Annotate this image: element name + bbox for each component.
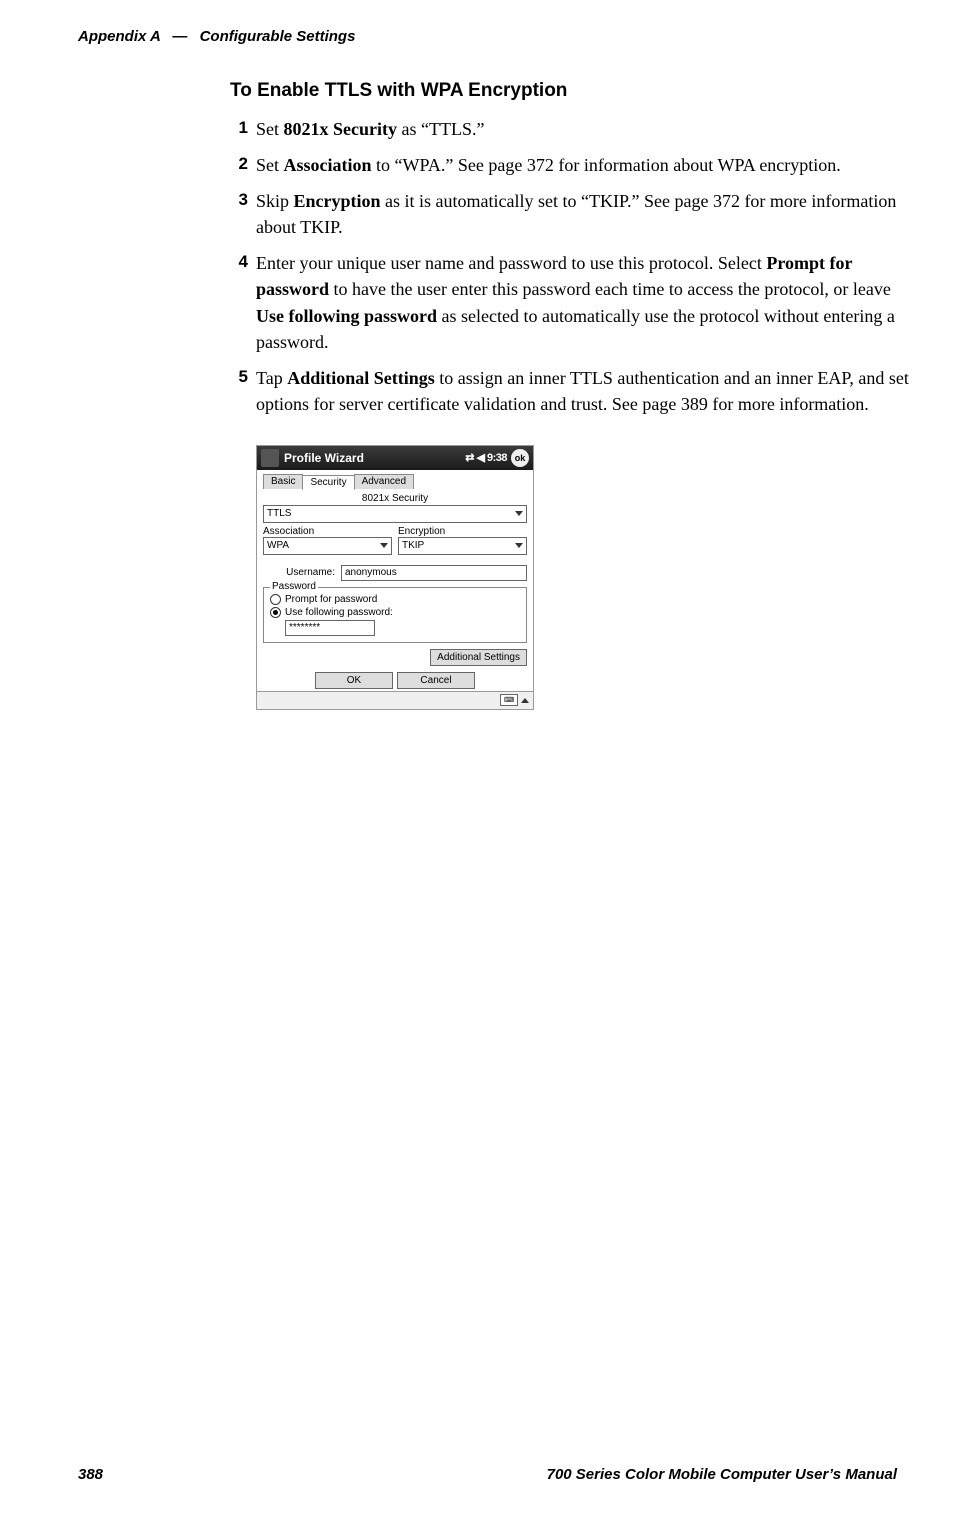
sip-bar: ⌨ bbox=[257, 691, 533, 709]
radio-prompt-label: Prompt for password bbox=[285, 594, 377, 605]
legend-password: Password bbox=[270, 581, 318, 592]
step: 5Tap Additional Settings to assign an in… bbox=[230, 365, 910, 417]
step: 1Set 8021x Security as “TTLS.” bbox=[230, 116, 910, 142]
input-username-value: anonymous bbox=[345, 567, 397, 578]
window-title: Profile Wizard bbox=[284, 451, 465, 465]
page-number: 388 bbox=[78, 1466, 103, 1483]
step: 2Set Association to “WPA.” See page 372 … bbox=[230, 152, 910, 178]
step-body: Set Association to “WPA.” See page 372 f… bbox=[256, 152, 841, 178]
section-title: To Enable TTLS with WPA Encryption bbox=[230, 80, 910, 102]
combo-8021x-value: TTLS bbox=[267, 508, 291, 519]
header-appendix: Appendix A bbox=[78, 28, 160, 45]
label-8021x-security: 8021x Security bbox=[263, 493, 527, 504]
step-number: 3 bbox=[230, 188, 256, 240]
radio-use-following-label: Use following password: bbox=[285, 607, 393, 618]
input-password[interactable]: ******** bbox=[285, 620, 375, 636]
combo-association-value: WPA bbox=[267, 540, 289, 551]
step-number: 4 bbox=[230, 250, 256, 354]
additional-settings-button[interactable]: Additional Settings bbox=[430, 649, 527, 666]
label-encryption: Encryption bbox=[398, 526, 527, 537]
cancel-button[interactable]: Cancel bbox=[397, 672, 475, 689]
embedded-screenshot: Profile Wizard ⇄ ◀ 9:38 ok Basic Securit… bbox=[256, 445, 534, 710]
input-username[interactable]: anonymous bbox=[341, 565, 527, 581]
ok-circle-button[interactable]: ok bbox=[511, 449, 529, 467]
running-header: Appendix A — Configurable Settings bbox=[78, 28, 355, 45]
step: 3Skip Encryption as it is automatically … bbox=[230, 188, 910, 240]
input-password-value: ******** bbox=[289, 622, 320, 633]
windows-logo-icon bbox=[261, 449, 279, 467]
step-number: 1 bbox=[230, 116, 256, 142]
step-body: Skip Encryption as it is automatically s… bbox=[256, 188, 910, 240]
status-time: ⇄ ◀ 9:38 bbox=[465, 451, 507, 464]
combo-encryption[interactable]: TKIP bbox=[398, 537, 527, 555]
label-username: Username: bbox=[263, 567, 335, 578]
radio-use-following-icon[interactable] bbox=[270, 607, 281, 618]
combo-encryption-value: TKIP bbox=[402, 540, 424, 551]
step-body: Enter your unique user name and password… bbox=[256, 250, 910, 354]
combo-association[interactable]: WPA bbox=[263, 537, 392, 555]
fieldset-password: Password Prompt for password Use followi… bbox=[263, 587, 527, 643]
label-association: Association bbox=[263, 526, 392, 537]
window-titlebar: Profile Wizard ⇄ ◀ 9:38 ok bbox=[257, 446, 533, 470]
step-number: 2 bbox=[230, 152, 256, 178]
keyboard-icon[interactable]: ⌨ bbox=[500, 694, 518, 706]
tab-advanced[interactable]: Advanced bbox=[354, 474, 414, 489]
ok-button[interactable]: OK bbox=[315, 672, 393, 689]
step-number: 5 bbox=[230, 365, 256, 417]
tab-security[interactable]: Security bbox=[302, 475, 354, 490]
window-body: Basic Security Advanced 8021x Security T… bbox=[257, 470, 533, 691]
radio-prompt-icon[interactable] bbox=[270, 594, 281, 605]
main-content: To Enable TTLS with WPA Encryption 1Set … bbox=[230, 80, 910, 710]
header-title: Configurable Settings bbox=[200, 28, 356, 45]
radio-prompt-row[interactable]: Prompt for password bbox=[270, 594, 520, 605]
tab-basic[interactable]: Basic bbox=[263, 474, 303, 489]
combo-8021x-security[interactable]: TTLS bbox=[263, 505, 527, 523]
tabs: Basic Security Advanced bbox=[263, 474, 527, 489]
manual-title-footer: 700 Series Color Mobile Computer User’s … bbox=[547, 1466, 897, 1483]
steps-list: 1Set 8021x Security as “TTLS.”2Set Assoc… bbox=[230, 116, 910, 417]
up-arrow-icon[interactable] bbox=[521, 698, 529, 703]
radio-use-following-row[interactable]: Use following password: bbox=[270, 607, 520, 618]
step-body: Set 8021x Security as “TTLS.” bbox=[256, 116, 484, 142]
step-body: Tap Additional Settings to assign an inn… bbox=[256, 365, 910, 417]
header-dash: — bbox=[172, 28, 187, 45]
step: 4Enter your unique user name and passwor… bbox=[230, 250, 910, 354]
